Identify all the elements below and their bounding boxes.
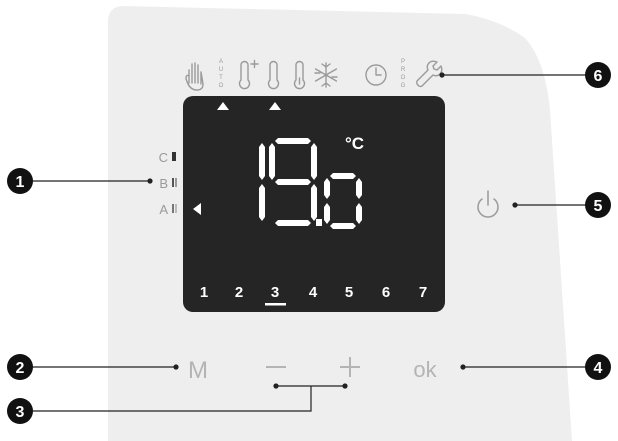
level-label-a: A — [159, 202, 168, 217]
clock-icon[interactable] — [365, 64, 387, 86]
hand-manual-icon[interactable] — [185, 62, 204, 91]
level-bar-b2 — [175, 178, 177, 187]
segment-b — [356, 178, 362, 199]
segment-c — [356, 203, 362, 224]
auto-letter: U — [219, 67, 223, 73]
wrench-icon[interactable] — [416, 60, 443, 88]
callout-number: 1 — [16, 174, 25, 191]
auto-label: A U T O — [219, 59, 224, 89]
segment-a — [330, 173, 356, 179]
level-bar-a — [172, 204, 174, 213]
level-label-c: C — [159, 150, 168, 165]
lcd-display: °C 1 2 3 4 5 6 7 — [183, 96, 445, 312]
decimal-point — [316, 219, 322, 226]
prog-label: P R O G — [401, 59, 406, 89]
auto-letter: O — [219, 83, 224, 89]
segment-g — [275, 179, 311, 185]
segment-c — [259, 184, 265, 221]
callout-6: 6 — [585, 62, 611, 88]
segment-c — [311, 184, 317, 221]
auto-letter: T — [219, 75, 223, 81]
callout-5: 5 — [585, 192, 611, 218]
segment-d — [330, 223, 356, 229]
ok-button[interactable]: ok — [413, 357, 437, 382]
selected-day-underline — [265, 303, 286, 306]
segment-e — [324, 203, 330, 224]
callout-number: 2 — [16, 360, 25, 377]
prog-letter: P — [401, 59, 405, 65]
day-item: 2 — [235, 284, 243, 301]
minus-button[interactable] — [266, 366, 286, 368]
level-label-b: B — [159, 176, 168, 191]
segment-f — [324, 178, 330, 199]
level-bar-b — [172, 178, 174, 187]
segment-b — [311, 143, 317, 180]
day-item: 6 — [382, 284, 390, 301]
day-item: 7 — [419, 284, 427, 301]
day-item: 5 — [345, 284, 353, 301]
level-bar-a2 — [175, 204, 177, 213]
segment-d — [275, 220, 311, 226]
day-item: 3 — [271, 284, 279, 301]
prog-letter: R — [401, 67, 406, 73]
callout-4: 4 — [585, 354, 611, 380]
callout-number: 6 — [594, 68, 603, 85]
level-indicators: C B A — [159, 150, 177, 217]
callout-1: 1 — [7, 168, 33, 194]
day-item: 1 — [200, 284, 208, 301]
auto-letter: A — [219, 59, 223, 65]
callout-3: 3 — [7, 398, 33, 424]
callout-2: 2 — [7, 354, 33, 380]
mode-button[interactable]: M — [188, 357, 208, 384]
thermometer-plus-icon[interactable] — [238, 59, 259, 90]
thermometer-low-icon[interactable] — [293, 60, 306, 90]
callout-number: 3 — [16, 404, 25, 421]
plus-button[interactable] — [340, 357, 360, 377]
unit-label: °C — [345, 134, 364, 153]
callout-number: 5 — [594, 198, 603, 215]
thermometer-icon[interactable] — [267, 60, 280, 90]
segment-a — [275, 138, 311, 144]
segment-f — [269, 143, 275, 180]
segment-b — [259, 143, 265, 180]
callout-number: 4 — [594, 360, 603, 377]
day-item: 4 — [309, 284, 318, 301]
power-button[interactable] — [477, 190, 499, 218]
prog-letter: O — [401, 75, 406, 81]
prog-letter: G — [401, 83, 406, 89]
snowflake-icon[interactable] — [314, 62, 338, 88]
level-bar-c — [172, 152, 176, 161]
